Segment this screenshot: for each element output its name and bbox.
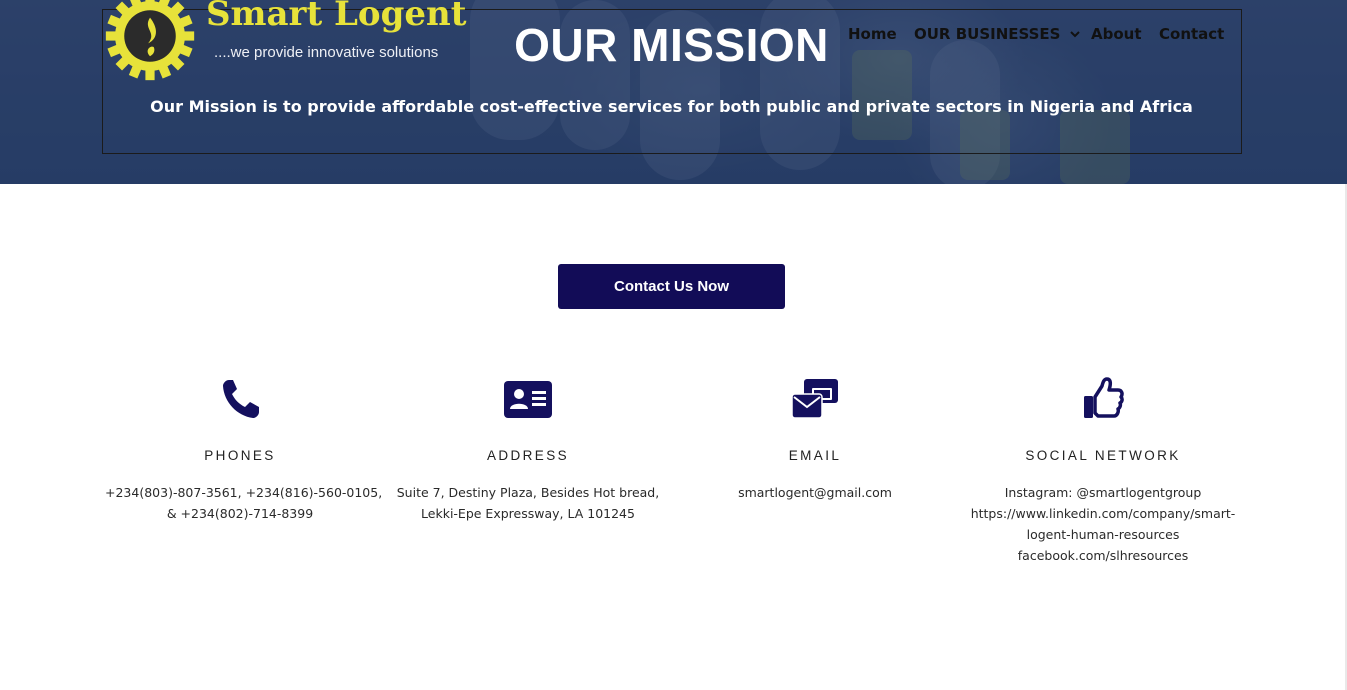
contact-us-now-button[interactable]: Contact Us Now <box>558 264 785 309</box>
phones-line-1: +234(803)-807-3561, +234(816)-560-0105, <box>105 485 383 500</box>
page-title: OUR MISSION <box>514 19 829 71</box>
phones-line-2: & +234(802)-714-8399 <box>166 506 314 521</box>
thumbs-up-icon <box>1084 377 1124 418</box>
email-address-link[interactable]: smartlogent@gmail.com <box>680 482 950 503</box>
address-line-2: Lekki-Epe Expressway, LA 101245 <box>421 506 635 521</box>
social-network-heading: SOCIAL NETWORK <box>1025 448 1181 463</box>
linkedin-link-line-1[interactable]: https://www.linkedin.com/company/smart- <box>968 503 1238 524</box>
social-network-text: Instagram: @smartlogentgroup https://www… <box>968 482 1238 566</box>
email-heading: EMAIL <box>788 448 842 463</box>
social-network-block: SOCIAL NETWORK Instagram: @smartlogentgr… <box>968 376 1238 566</box>
address-heading: ADDRESS <box>486 448 570 463</box>
envelope-icon <box>791 379 838 419</box>
phone-icon <box>223 380 259 418</box>
phones-text: +234(803)-807-3561, +234(816)-560-0105, … <box>105 482 383 524</box>
address-card-icon <box>504 381 552 418</box>
address-text: Suite 7, Destiny Plaza, Besides Hot brea… <box>393 482 663 524</box>
instagram-link[interactable]: Instagram: @smartlogentgroup <box>968 482 1238 503</box>
email-block: EMAIL smartlogent@gmail.com <box>680 376 950 503</box>
email-text: smartlogent@gmail.com <box>680 482 950 503</box>
phones-heading: PHONES <box>204 448 276 463</box>
linkedin-link-line-2[interactable]: logent-human-resources <box>968 524 1238 545</box>
phones-block: PHONES +234(803)-807-3561, +234(816)-560… <box>105 376 383 524</box>
mission-statement: Our Mission is to provide affordable cos… <box>150 97 1193 116</box>
address-block: ADDRESS Suite 7, Destiny Plaza, Besides … <box>393 376 663 524</box>
address-line-1: Suite 7, Destiny Plaza, Besides Hot brea… <box>396 485 660 500</box>
facebook-link[interactable]: facebook.com/slhresources <box>968 545 1238 566</box>
